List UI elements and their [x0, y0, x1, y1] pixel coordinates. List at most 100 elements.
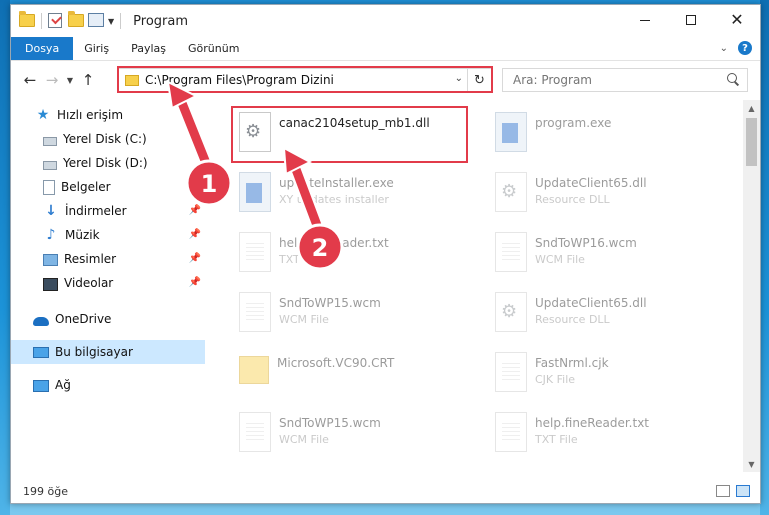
sidebar-item-this-pc[interactable]: Bu bilgisayar [11, 340, 205, 364]
expand-ribbon-chevron-icon[interactable]: ⌄ [720, 43, 728, 54]
file-item[interactable]: program.exe [489, 106, 729, 162]
file-type: Resource DLL [535, 313, 610, 326]
file-item[interactable]: help.fineReader.txt TXT File [489, 406, 729, 462]
sidebar-item-label: Resimler [64, 252, 117, 266]
file-name: SndToWP15.wcm [279, 416, 381, 430]
up-button[interactable]: ↑ [77, 69, 99, 91]
file-item[interactable]: help.fileReader.txt TXT File [233, 226, 473, 282]
title-bar: ▼ Program ✕ [11, 5, 760, 37]
properties-icon[interactable] [88, 13, 104, 29]
ribbon-right-controls: ⌄ ? [720, 41, 752, 55]
arrow-right-icon: → [45, 71, 59, 89]
details-view-icon[interactable] [716, 485, 730, 497]
sidebar-item-network[interactable]: Ağ [11, 373, 205, 397]
tab-share[interactable]: Paylaş [120, 37, 177, 60]
sidebar-item-documents[interactable]: Belgeler 📌 [11, 175, 205, 199]
close-button[interactable]: ✕ [714, 5, 760, 35]
sidebar-item-pictures[interactable]: Resimler 📌 [11, 247, 205, 271]
disk-icon [43, 160, 57, 170]
navigation-pane: ★ Hızlı erişim Yerel Disk (C:) Yerel Dis… [11, 103, 205, 473]
folder-icon [239, 356, 269, 384]
navigation-bar: ← → ▼ ↑ C:\Program Files\Program Dizini … [11, 65, 760, 95]
pin-icon[interactable]: 📌 [189, 229, 201, 240]
customize-toolbar-chevron-icon[interactable]: ▼ [108, 17, 114, 26]
scroll-down-icon[interactable]: ▼ [743, 456, 760, 472]
exe-file-icon [239, 172, 271, 212]
pin-icon[interactable]: 📌 [189, 253, 201, 264]
file-type: WCM File [279, 433, 329, 446]
sidebar-item-quick-access[interactable]: ★ Hızlı erişim [11, 103, 205, 127]
file-item[interactable]: updateInstaller.exe XY updates installer [233, 166, 473, 222]
tab-file[interactable]: Dosya [11, 37, 74, 60]
sidebar-item-label: OneDrive [55, 312, 112, 326]
tab-view[interactable]: Görünüm [177, 37, 250, 60]
sidebar-item-local-disk-c[interactable]: Yerel Disk (C:) [11, 127, 205, 151]
sidebar-item-label: Ağ [55, 378, 71, 392]
close-icon: ✕ [730, 10, 744, 29]
scroll-up-icon[interactable]: ▲ [743, 100, 760, 116]
file-type: Resource DLL [535, 193, 610, 206]
generic-file-icon [239, 292, 271, 332]
sidebar-item-label: Yerel Disk (D:) [63, 156, 148, 170]
desktop-background-left [0, 0, 10, 515]
file-item[interactable]: SndToWP16.wcm WCM File [489, 226, 729, 282]
pin-icon[interactable]: 📌 [189, 277, 201, 288]
generic-file-icon [495, 232, 527, 272]
checkmark-icon[interactable] [48, 13, 64, 29]
file-item[interactable]: FastNrml.cjk CJK File [489, 346, 729, 402]
sidebar-item-label: Videolar [64, 276, 114, 290]
file-name: SndToWP16.wcm [535, 236, 637, 250]
scroll-thumb[interactable] [746, 118, 757, 166]
maximize-button[interactable] [668, 5, 714, 35]
item-count: 199 öğe [23, 484, 68, 498]
sidebar-item-music[interactable]: ♪ Müzik 📌 [11, 223, 205, 247]
file-type: WCM File [535, 253, 585, 266]
sidebar-item-onedrive[interactable]: OneDrive [11, 307, 205, 331]
tiles-view-icon[interactable] [736, 485, 750, 497]
file-item[interactable]: SndToWP15.wcm WCM File [233, 286, 473, 342]
music-icon: ♪ [46, 227, 56, 243]
maximize-icon [686, 15, 696, 25]
sidebar-item-videos[interactable]: Videolar 📌 [11, 271, 205, 295]
recent-locations-button[interactable]: ▼ [63, 76, 77, 85]
arrow-left-icon: ← [23, 71, 37, 89]
search-icon[interactable] [727, 73, 739, 85]
quick-access-toolbar: ▼ [11, 11, 123, 29]
folder-icon [19, 11, 35, 29]
generic-file-icon [495, 352, 527, 392]
file-item[interactable]: UpdateClient65.dll Resource DLL [489, 286, 729, 342]
pin-icon[interactable]: 📌 [189, 205, 201, 216]
sidebar-item-label: Belgeler [61, 180, 111, 194]
window-title: Program [133, 13, 189, 29]
ribbon-tabs: Dosya Giriş Paylaş Görünüm ⌄ ? [11, 37, 760, 61]
file-name: help.fileReader.txt [279, 236, 389, 250]
file-item[interactable]: SndToWP15.wcm WCM File [233, 406, 473, 462]
highlight-box-file [231, 106, 468, 163]
search-box[interactable] [502, 68, 748, 92]
search-input[interactable] [513, 73, 713, 87]
sidebar-item-label: İndirmeler [65, 204, 127, 218]
minimize-icon [640, 19, 650, 21]
pin-icon[interactable]: 📌 [189, 181, 201, 192]
sidebar-item-downloads[interactable]: ↓ İndirmeler 📌 [11, 199, 205, 223]
status-bar: 199 öğe [11, 479, 760, 503]
vertical-scrollbar[interactable]: ▲ ▼ [743, 100, 760, 472]
back-button[interactable]: ← [19, 69, 41, 91]
file-name: UpdateClient65.dll [535, 296, 647, 310]
help-icon[interactable]: ? [738, 41, 752, 55]
dll-file-icon [495, 292, 527, 332]
tab-home[interactable]: Giriş [73, 37, 120, 60]
forward-button[interactable]: → [41, 69, 63, 91]
sidebar-item-local-disk-d[interactable]: Yerel Disk (D:) [11, 151, 205, 175]
text-file-icon [239, 232, 271, 272]
cloud-icon [33, 316, 49, 326]
sidebar-item-label: Müzik [65, 228, 100, 242]
file-item[interactable]: UpdateClient65.dll Resource DLL [489, 166, 729, 222]
file-name: program.exe [535, 116, 612, 130]
dll-file-icon [495, 172, 527, 212]
file-item[interactable]: Microsoft.VC90.CRT [233, 346, 473, 402]
computer-icon [33, 347, 49, 358]
minimize-button[interactable] [622, 5, 668, 35]
new-folder-icon[interactable] [68, 11, 84, 29]
file-type: TXT File [535, 433, 578, 446]
